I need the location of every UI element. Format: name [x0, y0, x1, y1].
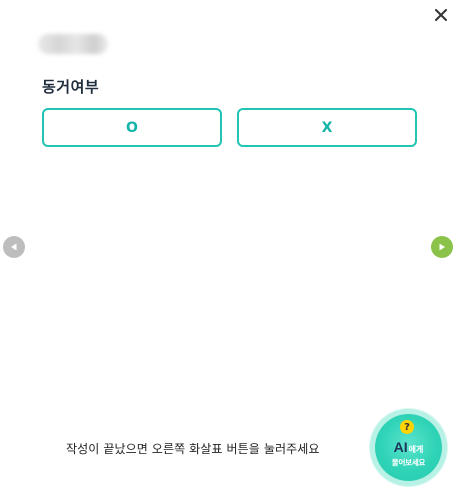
ai-title-small: 에게: [408, 445, 424, 454]
instruction-text: 작성이 끝났으면 오른쪽 화살표 버튼을 눌러주세요: [66, 442, 320, 456]
ai-title-big: AI: [393, 439, 408, 455]
ask-ai-button[interactable]: ? AI 에게 물어보세요: [375, 414, 442, 481]
close-button[interactable]: [430, 4, 452, 26]
question-title: 동거여부: [42, 78, 100, 96]
question-mark-badge: ?: [400, 420, 414, 434]
blurred-category-label: [38, 34, 108, 54]
answer-o-button[interactable]: O: [42, 108, 222, 147]
triangle-left-icon: [11, 243, 17, 251]
ai-subtitle: 물어보세요: [391, 458, 426, 467]
ai-title: AI 에게: [394, 439, 424, 455]
survey-dialog: 동거여부 O X 작성이 끝났으면 오른쪽 화살표 버튼을 눌러주세요 ? AI…: [0, 0, 456, 492]
prev-page-button[interactable]: [3, 236, 25, 258]
next-page-button[interactable]: [431, 236, 453, 258]
close-icon: [435, 9, 447, 21]
answer-x-button[interactable]: X: [237, 108, 417, 147]
triangle-right-icon: [439, 243, 445, 251]
